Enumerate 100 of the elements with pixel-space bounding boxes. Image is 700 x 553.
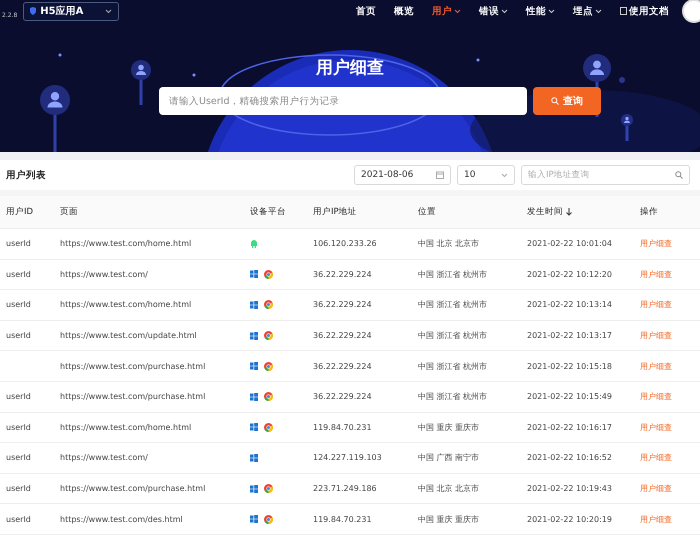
detail-link[interactable]: 用户细查	[640, 452, 700, 464]
detail-link[interactable]: 用户细查	[640, 360, 700, 372]
nav-link[interactable]: 用户	[423, 4, 470, 18]
table-cell-text: 2021-02-22 10:13:14	[527, 300, 613, 310]
detail-link[interactable]: 用户细查	[640, 483, 700, 494]
table-cell-text: 中国 北京 北京市	[418, 238, 480, 250]
table-cell-text: 2021-02-22 10:01:04	[527, 239, 613, 248]
table-cell-text: 中国 浙江省 杭州市	[418, 391, 488, 402]
column-header: 操作	[640, 206, 659, 218]
nav-link[interactable]: 埋点	[564, 4, 611, 18]
table-cell-text: userId	[6, 514, 32, 524]
app-selector[interactable]: H5应用A	[23, 2, 120, 20]
page-title: 用户细查	[316, 57, 384, 79]
table-cell-text: 2021-02-22 10:20:19	[527, 514, 613, 524]
table-cell-text: 119.84.70.231	[313, 422, 373, 432]
table-cell-text: 中国 重庆 重庆市	[418, 514, 480, 525]
chevron-down-icon	[501, 172, 508, 178]
sort-down-icon	[566, 208, 572, 216]
chrome-icon	[264, 362, 273, 371]
table-cell-text: userId	[6, 392, 32, 402]
column-header[interactable]: 发生时间	[527, 206, 640, 218]
chrome-icon	[264, 484, 273, 494]
detail-link[interactable]: 用户细查	[640, 268, 700, 280]
table-cell-text: 124.227.119.103	[313, 453, 383, 462]
table-cell-text: 2021-02-22 10:15:18	[527, 362, 613, 371]
chrome-icon	[264, 422, 273, 432]
detail-link[interactable]: 用户细查	[640, 299, 700, 310]
windows-icon	[250, 300, 258, 309]
table-cell-text: 2021-02-22 10:13:17	[527, 331, 613, 340]
table-cell-text: 中国 北京 北京市	[418, 483, 480, 494]
android-icon	[250, 239, 258, 248]
query-button[interactable]: 查询	[533, 87, 601, 115]
nav-link[interactable]: 性能	[517, 4, 564, 18]
table-cell-text: 36.22.229.224	[313, 392, 373, 402]
chrome-icon	[264, 514, 273, 524]
table-cell-text: https://www.test.com/purchase.html	[60, 484, 206, 494]
userid-search-field[interactable]: 请输入UserId，精确搜索用户行为记录	[159, 87, 527, 115]
table-cell-text: 223.71.249.186	[313, 484, 378, 494]
table-cell-text: 中国 广西 南宁市	[418, 452, 480, 464]
windows-icon	[250, 332, 258, 340]
detail-link[interactable]: 用户细查	[640, 238, 700, 250]
table-cell-text: userId	[6, 331, 32, 340]
windows-icon	[250, 484, 258, 493]
column-header: 位置	[418, 206, 437, 218]
windows-icon	[250, 423, 258, 432]
search-icon	[551, 97, 559, 105]
table-cell-text: https://www.test.com/des.html	[60, 514, 184, 524]
detail-link[interactable]: 用户细查	[640, 330, 700, 342]
table-cell-text: 106.120.233.26	[313, 239, 378, 248]
table-cell-text: 2021-02-22 10:15:49	[527, 392, 613, 402]
column-header: 设备平台	[250, 206, 287, 218]
table-cell-text: 2021-02-22 10:16:52	[527, 453, 613, 462]
list-title: 用户列表	[6, 168, 46, 182]
table-cell-text: 中国 浙江省 杭州市	[418, 299, 488, 310]
page-size-select[interactable]: 10	[457, 165, 515, 185]
table-cell-text: 中国 浙江省 杭州市	[418, 330, 488, 342]
table-cell-text: 2021-02-22 10:12:20	[527, 270, 613, 279]
document-icon	[620, 7, 627, 15]
table-cell-text: userId	[6, 239, 32, 248]
detail-link[interactable]: 用户细查	[640, 391, 700, 402]
ip-search-field[interactable]: 输入IP地址查询	[521, 165, 690, 185]
table-cell-text: 中国 浙江省 杭州市	[418, 268, 488, 280]
nav-link[interactable]: 错误	[470, 4, 517, 18]
nav-link[interactable]: 首页	[347, 4, 385, 18]
table-cell-text: https://www.test.com/home.html	[60, 300, 192, 310]
table-cell-text: https://www.test.com/	[60, 453, 149, 462]
table-cell-text: 中国 重庆 重庆市	[418, 422, 480, 433]
table-cell-text: 36.22.229.224	[313, 270, 373, 279]
table-cell-text: https://www.test.com/update.html	[60, 331, 198, 340]
detail-link[interactable]: 用户细查	[640, 514, 700, 525]
detail-link[interactable]: 用户细查	[640, 422, 700, 433]
table-cell-text: userId	[6, 453, 32, 462]
table-cell-text: 36.22.229.224	[313, 331, 373, 340]
column-header: 用户IP地址	[313, 206, 358, 218]
chrome-icon	[264, 300, 273, 310]
table-cell-text: 2021-02-22 10:19:43	[527, 484, 613, 494]
windows-icon	[250, 454, 258, 462]
table-cell-text: 中国 浙江省 杭州市	[418, 360, 488, 372]
table-cell-text: 2021-02-22 10:16:17	[527, 422, 613, 432]
table-cell-text: https://www.test.com/	[60, 270, 149, 279]
table-cell-text: userId	[6, 422, 32, 432]
calendar-icon	[436, 171, 444, 179]
table-cell-text: 119.84.70.231	[313, 514, 373, 524]
date-picker[interactable]: 2021-08-06	[354, 165, 451, 185]
column-header: 页面	[60, 206, 79, 218]
windows-icon	[250, 362, 258, 370]
table-cell-text: https://www.test.com/home.html	[60, 422, 192, 432]
chevron-down-icon	[105, 8, 112, 14]
windows-icon	[250, 515, 258, 524]
shield-icon	[30, 7, 36, 15]
table-cell-text: userId	[6, 484, 32, 494]
nav-link[interactable]: 概览	[385, 4, 423, 18]
nav-link[interactable]: 使用文档	[611, 4, 678, 18]
table-cell-text: userId	[6, 300, 32, 310]
search-icon	[675, 171, 683, 179]
table-cell-text: https://www.test.com/purchase.html	[60, 362, 206, 371]
chrome-icon	[264, 392, 273, 402]
column-header: 用户ID	[6, 206, 34, 218]
table-cell-text: 36.22.229.224	[313, 362, 373, 371]
table-cell-text: 36.22.229.224	[313, 300, 373, 310]
